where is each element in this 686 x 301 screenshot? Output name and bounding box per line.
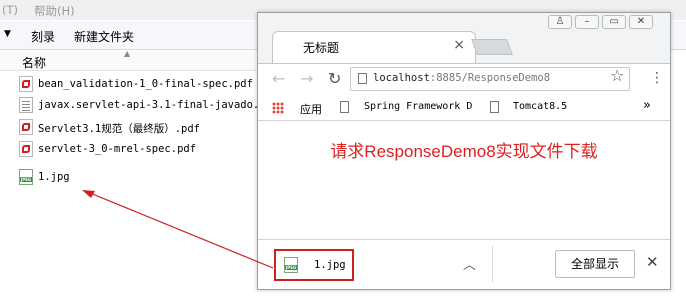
column-header[interactable]: ▲ 名称 [0,49,256,71]
browser-titlebar: 无标题 × ♙ – ▭ ✕ [258,13,670,63]
file-name: bean_validation-1_0-final-spec.pdf [38,78,253,90]
page-heading: 请求ResponseDemo8实现文件下载 [330,142,598,161]
file-name: Servlet3.1规范（最终版）.pdf [38,123,201,135]
close-window-button[interactable]: ✕ [629,15,653,29]
file-row[interactable]: bean_validation-1_0-final-spec.pdf [19,75,259,95]
new-folder-button[interactable]: 新建文件夹 [74,28,134,45]
file-row[interactable]: javax.servlet-api-3.1-final-javado... [19,96,259,116]
new-tab-button[interactable] [471,39,513,55]
menu-item-tools[interactable]: (T) [2,3,18,17]
jpeg-icon [284,257,298,273]
jpeg-icon [19,169,33,185]
show-all-button[interactable]: 全部显示 [555,250,635,278]
download-filename: 1.jpg [314,259,346,271]
bookmarks-overflow-icon[interactable]: » [643,98,651,113]
page-content: 请求ResponseDemo8实现文件下载 [258,121,670,239]
reload-icon[interactable]: ↻ [328,69,341,88]
pdf-icon [19,119,33,135]
forward-arrow-icon[interactable]: → [300,69,313,88]
download-item[interactable]: 1.jpg [274,249,354,281]
maximize-button[interactable]: ▭ [602,15,626,29]
file-name: javax.servlet-api-3.1-final-javado... [38,99,259,111]
url-text: localhost:8885/ResponseDemo8 [373,72,550,84]
menu-kebab-icon[interactable]: ⋮ [650,70,664,86]
url-path: :8885/ResponseDemo8 [429,72,551,84]
file-row[interactable]: 1.jpg [19,168,259,188]
minimize-button[interactable]: – [575,15,599,29]
file-name: 1.jpg [38,171,70,183]
dropdown-arrow-icon[interactable]: ▼ [4,29,11,39]
column-name-label: 名称 [22,56,47,70]
bookmark-apps[interactable]: 应用 [300,101,322,117]
browser-tab[interactable]: 无标题 × [272,31,476,63]
bookmark-spring[interactable]: Spring Framework D [364,101,472,112]
bookmark-star-icon[interactable]: ☆ [610,66,624,85]
menu-item-help[interactable]: 帮助(H) [34,3,75,19]
divider [492,246,493,282]
download-shelf: 1.jpg ︿ 全部显示 ✕ [258,239,670,289]
browser-window: 无标题 × ♙ – ▭ ✕ ← → ↻ localhost:8885/Respo… [257,12,671,290]
url-input[interactable]: localhost:8885/ResponseDemo8 [350,67,630,91]
chevron-up-icon[interactable]: ︿ [463,254,476,273]
file-row[interactable]: servlet-3_0-mrel-spec.pdf [19,140,259,160]
close-icon[interactable]: ✕ [646,253,659,271]
bookmark-page-icon [490,101,499,113]
sort-up-icon: ▲ [124,49,131,58]
file-row[interactable]: Servlet3.1规范（最终版）.pdf [19,118,259,138]
bookmarks-bar: 应用 Spring Framework D Tomcat8.5 » [258,95,670,121]
pdf-icon [19,76,33,92]
bookmark-page-icon [340,101,349,113]
back-arrow-icon[interactable]: ← [272,69,285,88]
document-icon [19,97,33,113]
apps-grid-icon[interactable] [272,102,284,114]
pdf-icon [19,141,33,157]
page-info-icon[interactable] [358,73,367,84]
file-name: servlet-3_0-mrel-spec.pdf [38,143,197,155]
user-icon[interactable]: ♙ [548,15,572,29]
tab-title: 无标题 [303,41,340,55]
burn-button[interactable]: 刻录 [31,28,55,45]
address-bar: ← → ↻ localhost:8885/ResponseDemo8 ☆ ⋮ [258,63,670,95]
url-host: localhost [373,72,430,84]
tab-close-icon[interactable]: × [453,37,465,53]
bookmark-tomcat[interactable]: Tomcat8.5 [513,101,567,112]
